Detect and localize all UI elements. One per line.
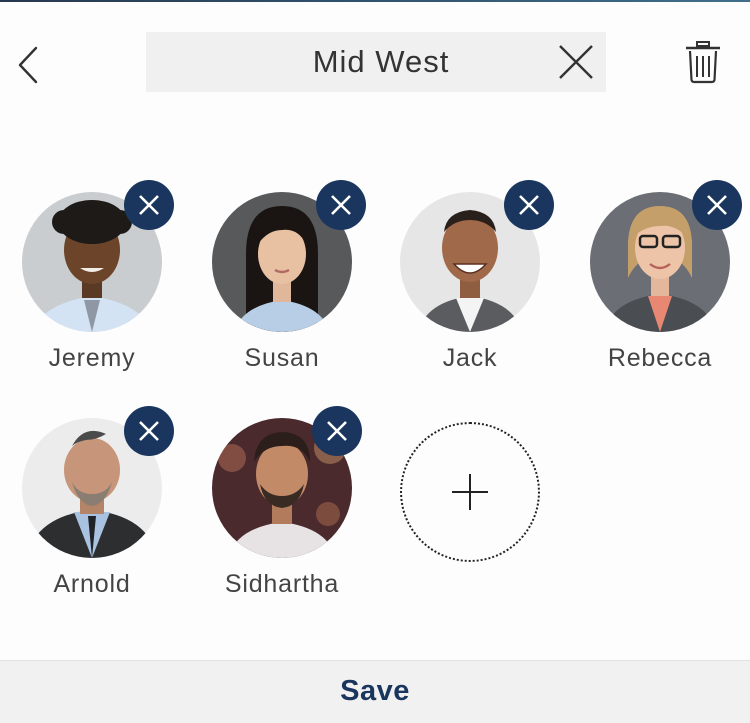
member-name: Sidhartha xyxy=(224,570,340,598)
member-jeremy[interactable]: Jeremy xyxy=(22,180,212,402)
member-name: Jack xyxy=(442,344,498,372)
remove-member-button[interactable] xyxy=(124,406,174,456)
delete-group-button[interactable] xyxy=(682,38,724,86)
add-member-button[interactable] xyxy=(400,422,540,562)
member-susan[interactable]: Susan xyxy=(212,180,402,402)
member-jack[interactable]: Jack xyxy=(400,180,590,402)
plus-icon xyxy=(452,474,488,510)
close-icon xyxy=(559,45,593,79)
clear-title-button[interactable] xyxy=(554,40,598,84)
save-button[interactable]: Save xyxy=(0,661,750,723)
member-name: Jeremy xyxy=(48,344,136,372)
chevron-left-icon xyxy=(18,46,38,84)
close-icon xyxy=(139,421,159,441)
close-icon xyxy=(327,421,347,441)
member-rebecca[interactable]: Rebecca xyxy=(590,180,750,402)
remove-member-button[interactable] xyxy=(504,180,554,230)
member-name: Susan xyxy=(244,344,320,372)
top-accent-strip xyxy=(0,0,750,2)
remove-member-button[interactable] xyxy=(312,406,362,456)
group-name-value[interactable]: Mid West xyxy=(146,32,616,92)
close-icon xyxy=(139,195,159,215)
remove-member-button[interactable] xyxy=(124,180,174,230)
close-icon xyxy=(707,195,727,215)
member-arnold[interactable]: Arnold xyxy=(22,406,212,628)
trash-icon xyxy=(686,41,720,84)
remove-member-button[interactable] xyxy=(316,180,366,230)
close-icon xyxy=(519,195,539,215)
member-sidhartha[interactable]: Sidhartha xyxy=(212,406,402,628)
group-name-field[interactable]: Mid West xyxy=(146,32,606,92)
remove-member-button[interactable] xyxy=(692,180,742,230)
close-icon xyxy=(331,195,351,215)
save-bar: Save xyxy=(0,660,750,723)
member-name: Rebecca xyxy=(607,344,713,372)
back-button[interactable] xyxy=(14,44,46,86)
member-name: Arnold xyxy=(53,570,131,598)
